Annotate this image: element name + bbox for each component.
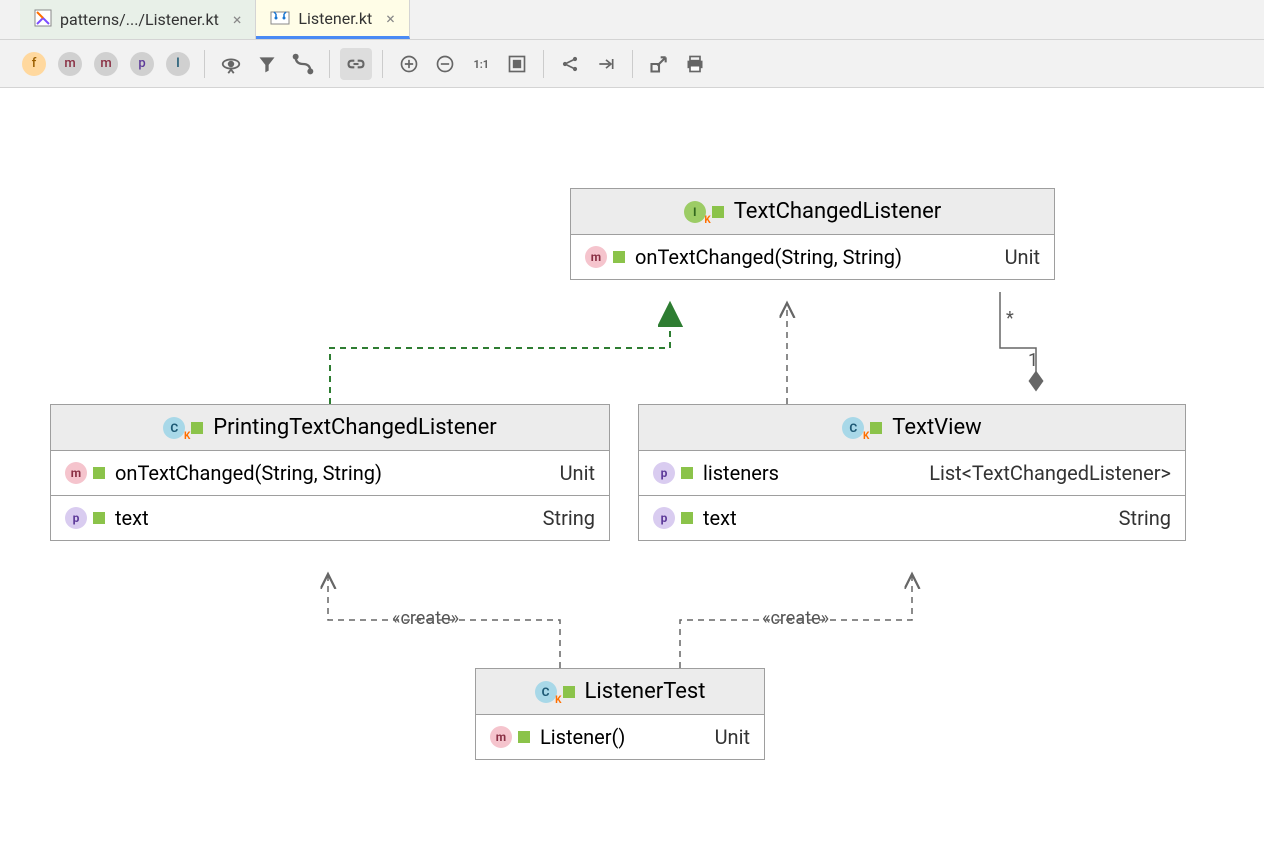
visibility-button[interactable]: [215, 48, 247, 80]
class-header: CK TextView: [639, 405, 1185, 451]
member-type: Unit: [560, 461, 595, 485]
class-textview[interactable]: CK TextView p listeners List<TextChanged…: [638, 404, 1186, 541]
member-type: Unit: [715, 725, 750, 749]
member-type: String: [1119, 506, 1171, 530]
public-icon: [613, 251, 625, 263]
zoom-in-button[interactable]: [393, 48, 425, 80]
member-type: Unit: [1005, 245, 1040, 269]
interface-icon: IK: [684, 201, 706, 223]
tab-listener-diagram[interactable]: Listener.kt ×: [256, 0, 409, 39]
class-header: IK TextChangedListener: [571, 189, 1054, 235]
separator: [329, 50, 330, 78]
multiplicity-star: *: [1006, 308, 1014, 329]
separator: [632, 50, 633, 78]
method-icon: m: [490, 726, 512, 748]
separator: [204, 50, 205, 78]
property-icon: p: [653, 507, 675, 529]
filter-constructors-button[interactable]: m: [54, 48, 86, 80]
member-name: Listener(): [540, 725, 705, 749]
filter-inner-button[interactable]: I: [162, 48, 194, 80]
method-icon: m: [65, 462, 87, 484]
svg-text:1:1: 1:1: [474, 58, 489, 71]
member-row[interactable]: m onTextChanged(String, String) Unit: [51, 451, 609, 496]
toolbar: f m m p I 1:1: [0, 40, 1264, 88]
class-header: CK ListenerTest: [476, 669, 764, 715]
diagram-file-icon: [270, 7, 290, 29]
create-label: «create»: [762, 608, 829, 629]
class-name: TextChangedListener: [734, 199, 942, 224]
multiplicity-one: 1: [1028, 350, 1038, 371]
public-icon: [93, 467, 105, 479]
actual-size-button[interactable]: 1:1: [465, 48, 497, 80]
member-name: onTextChanged(String, String): [115, 461, 550, 485]
forward-button[interactable]: [590, 48, 622, 80]
close-icon[interactable]: ×: [233, 10, 242, 29]
link-button[interactable]: [340, 48, 372, 80]
zoom-out-button[interactable]: [429, 48, 461, 80]
member-type: List<TextChangedListener>: [929, 461, 1171, 485]
filter-button[interactable]: [251, 48, 283, 80]
export-button[interactable]: [643, 48, 675, 80]
property-icon: p: [653, 462, 675, 484]
class-name: TextView: [892, 415, 981, 440]
class-icon: CK: [535, 681, 557, 703]
public-icon: [681, 512, 693, 524]
member-row[interactable]: p text String: [51, 496, 609, 540]
public-icon: [712, 206, 724, 218]
separator: [382, 50, 383, 78]
filter-methods-button[interactable]: m: [90, 48, 122, 80]
class-icon: CK: [842, 417, 864, 439]
method-icon: m: [585, 246, 607, 268]
create-label: «create»: [392, 608, 459, 629]
tab-label: Listener.kt: [298, 9, 372, 28]
public-icon: [681, 467, 693, 479]
member-name: text: [115, 506, 533, 530]
public-icon: [518, 731, 530, 743]
public-icon: [870, 422, 882, 434]
share-button[interactable]: [554, 48, 586, 80]
class-name: ListenerTest: [585, 679, 706, 704]
class-name: PrintingTextChangedListener: [213, 415, 496, 440]
member-type: String: [543, 506, 595, 530]
layout-button[interactable]: [287, 48, 319, 80]
member-row[interactable]: p listeners List<TextChangedListener>: [639, 451, 1185, 496]
fit-content-button[interactable]: [501, 48, 533, 80]
class-header: CK PrintingTextChangedListener: [51, 405, 609, 451]
separator: [543, 50, 544, 78]
filter-fields-button[interactable]: f: [18, 48, 50, 80]
kotlin-file-icon: [34, 9, 52, 31]
public-icon: [563, 686, 575, 698]
member-row[interactable]: m Listener() Unit: [476, 715, 764, 759]
class-listenertest[interactable]: CK ListenerTest m Listener() Unit: [475, 668, 765, 760]
class-icon: CK: [163, 417, 185, 439]
tab-label: patterns/.../Listener.kt: [60, 10, 219, 29]
close-icon[interactable]: ×: [386, 9, 395, 28]
member-name: listeners: [703, 461, 919, 485]
diagram-canvas[interactable]: IK TextChangedListener m onTextChanged(S…: [0, 88, 1264, 860]
tab-bar: patterns/.../Listener.kt × Listener.kt ×: [0, 0, 1264, 40]
class-printingtextchangedlistener[interactable]: CK PrintingTextChangedListener m onTextC…: [50, 404, 610, 541]
print-button[interactable]: [679, 48, 711, 80]
class-textchangedlistener[interactable]: IK TextChangedListener m onTextChanged(S…: [570, 188, 1055, 280]
tab-patterns-listener[interactable]: patterns/.../Listener.kt ×: [20, 0, 256, 39]
property-icon: p: [65, 507, 87, 529]
member-name: onTextChanged(String, String): [635, 245, 995, 269]
member-row[interactable]: p text String: [639, 496, 1185, 540]
public-icon: [93, 512, 105, 524]
member-row[interactable]: m onTextChanged(String, String) Unit: [571, 235, 1054, 279]
filter-properties-button[interactable]: p: [126, 48, 158, 80]
public-icon: [191, 422, 203, 434]
member-name: text: [703, 506, 1109, 530]
